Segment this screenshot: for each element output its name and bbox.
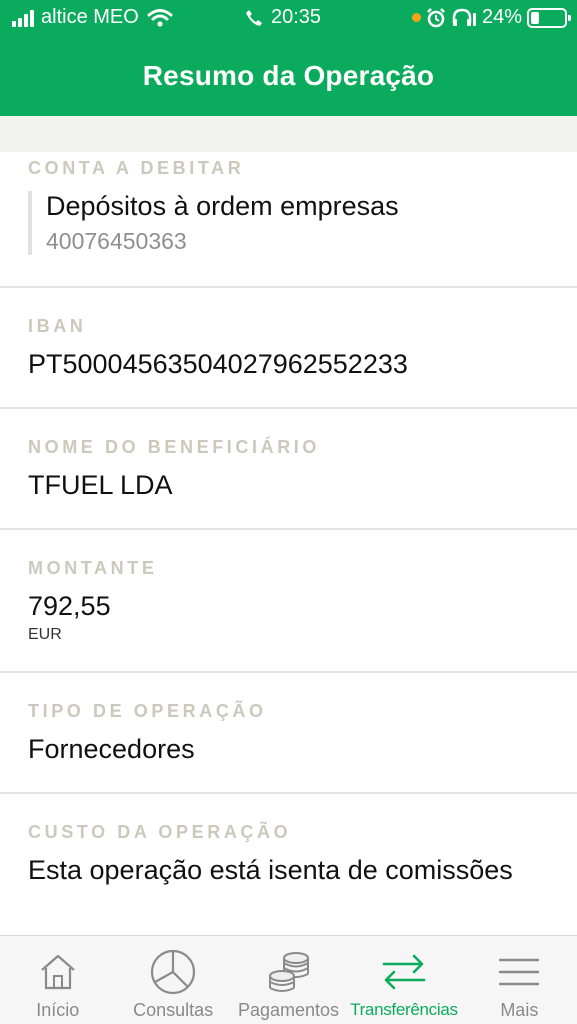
operation-type-value: Fornecedores bbox=[28, 734, 195, 764]
home-icon bbox=[40, 954, 75, 990]
tab-bar: Início Consultas Pagamentos Transferênci… bbox=[0, 935, 577, 1024]
pie-chart-icon bbox=[151, 949, 196, 995]
battery-icon bbox=[527, 7, 571, 28]
amount-currency: EUR bbox=[28, 626, 62, 643]
status-bar: altice MEO 20:35 24% bbox=[0, 0, 577, 36]
transfer-arrows-icon bbox=[382, 954, 426, 990]
tab-mais[interactable]: Mais bbox=[462, 936, 577, 1024]
amount-value: 792,55 bbox=[28, 591, 111, 621]
tab-label: Transferências bbox=[350, 1000, 458, 1019]
status-center: 20:35 bbox=[245, 6, 321, 29]
beneficiary-label: NOME DO BENEFICIÁRIO bbox=[28, 437, 321, 457]
status-right: 24% bbox=[411, 6, 571, 29]
carrier-label: altice MEO bbox=[41, 6, 139, 28]
operation-type-section: TIPO DE OPERAÇÃO Fornecedores bbox=[0, 673, 577, 794]
tab-transferencias[interactable]: Transferências bbox=[346, 936, 461, 1024]
coins-icon bbox=[268, 952, 309, 992]
account-name: Depósitos à ordem empresas bbox=[46, 191, 399, 221]
clock-time: 20:35 bbox=[271, 6, 322, 28]
phone-icon bbox=[246, 9, 262, 26]
tab-pagamentos[interactable]: Pagamentos bbox=[231, 936, 346, 1024]
battery-percent: 24% bbox=[481, 6, 522, 28]
tab-label: Início bbox=[36, 1000, 80, 1020]
beneficiary-section: NOME DO BENEFICIÁRIO TFUEL LDA bbox=[0, 409, 577, 530]
tab-label: Mais bbox=[500, 1000, 539, 1020]
signal-icon bbox=[12, 9, 34, 27]
amount-label: MONTANTE bbox=[28, 558, 158, 578]
header-divider-strip bbox=[0, 116, 577, 152]
tab-consultas[interactable]: Consultas bbox=[115, 936, 230, 1024]
iban-section: IBAN PT50004563504027962552233 bbox=[0, 288, 577, 409]
account-number: 40076450363 bbox=[46, 228, 187, 254]
alarm-icon bbox=[427, 7, 445, 27]
amount-section: MONTANTE 792,55 EUR bbox=[0, 530, 577, 673]
operation-cost-value: Esta operação está isenta de comissões bbox=[28, 855, 513, 885]
iban-value: PT50004563504027962552233 bbox=[28, 349, 408, 379]
nav-header: Resumo da Operação bbox=[0, 36, 577, 116]
iban-label: IBAN bbox=[28, 316, 87, 336]
page-title: Resumo da Operação bbox=[142, 60, 435, 91]
mic-indicator-icon bbox=[411, 13, 421, 22]
menu-icon bbox=[499, 958, 540, 986]
headphones-icon bbox=[452, 8, 476, 26]
tab-inicio[interactable]: Início bbox=[0, 936, 115, 1024]
tab-label: Pagamentos bbox=[237, 1000, 340, 1020]
operation-cost-section: CUSTO DA OPERAÇÃO Esta operação está ise… bbox=[0, 794, 577, 924]
debit-account-section: CONTA A DEBITAR Depósitos à ordem empres… bbox=[0, 152, 577, 288]
tab-label: Consultas bbox=[133, 1000, 214, 1020]
operation-type-label: TIPO DE OPERAÇÃO bbox=[28, 701, 267, 721]
debit-account-label: CONTA A DEBITAR bbox=[28, 158, 245, 178]
operation-cost-label: CUSTO DA OPERAÇÃO bbox=[28, 822, 292, 842]
wifi-icon bbox=[147, 8, 173, 27]
status-left: altice MEO bbox=[12, 6, 173, 29]
debit-account-card: Depósitos à ordem empresas 40076450363 bbox=[28, 191, 577, 255]
beneficiary-value: TFUEL LDA bbox=[28, 470, 173, 500]
operation-summary: CONTA A DEBITAR Depósitos à ordem empres… bbox=[0, 152, 577, 924]
